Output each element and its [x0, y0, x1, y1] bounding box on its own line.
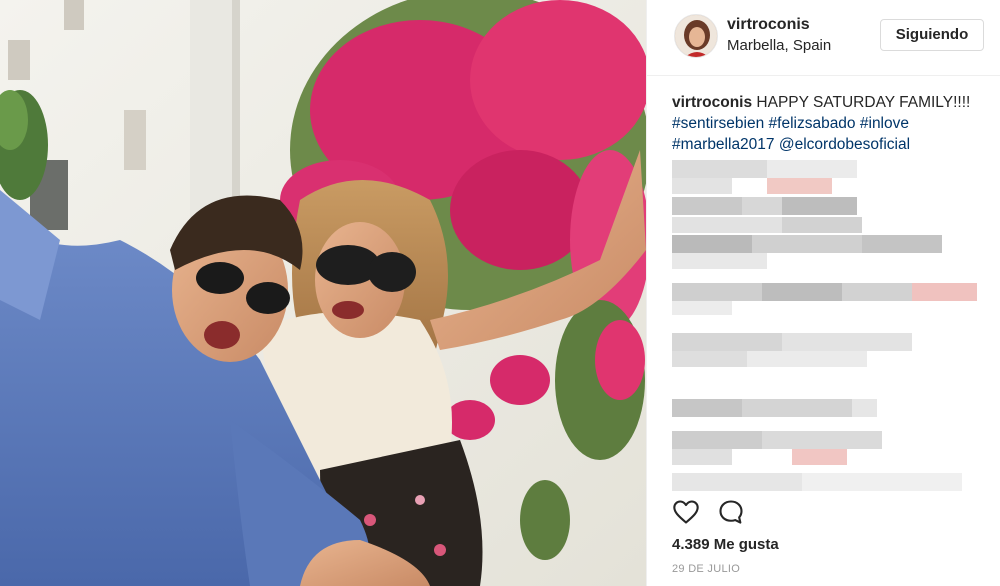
comment-icon[interactable] — [717, 498, 745, 526]
location-link[interactable]: Marbella, Spain — [727, 37, 831, 54]
photo-image — [0, 0, 646, 586]
heart-icon[interactable] — [672, 498, 700, 526]
hashtag-link[interactable]: #marbella2017 — [672, 136, 775, 153]
post-caption: virtroconis HAPPY SATURDAY FAMILY!!!! #s… — [672, 92, 982, 155]
pixelated-comments — [672, 155, 982, 500]
likes-count[interactable]: 4.389 Me gusta — [672, 536, 779, 553]
hashtag-link[interactable]: #sentirsebien — [672, 115, 764, 132]
mention-link[interactable]: @elcordobesoficial — [779, 136, 910, 153]
username[interactable]: virtroconis — [727, 16, 810, 34]
avatar[interactable] — [674, 14, 718, 58]
hashtag-link[interactable]: #inlove — [860, 115, 909, 132]
caption-username[interactable]: virtroconis — [672, 94, 752, 111]
post-date[interactable]: 29 DE JULIO — [672, 563, 740, 575]
following-button[interactable]: Siguiendo — [880, 19, 984, 51]
hashtag-link[interactable]: #felizsabado — [769, 115, 856, 132]
post-photo[interactable] — [0, 0, 646, 586]
post-header: virtroconis Marbella, Spain Siguiendo — [647, 0, 1000, 76]
post-actions — [672, 498, 972, 528]
avatar-image — [675, 15, 717, 57]
caption-text: HAPPY SATURDAY FAMILY!!!! — [756, 94, 971, 111]
post-details-panel: virtroconis Marbella, Spain Siguiendo vi… — [646, 0, 1000, 586]
